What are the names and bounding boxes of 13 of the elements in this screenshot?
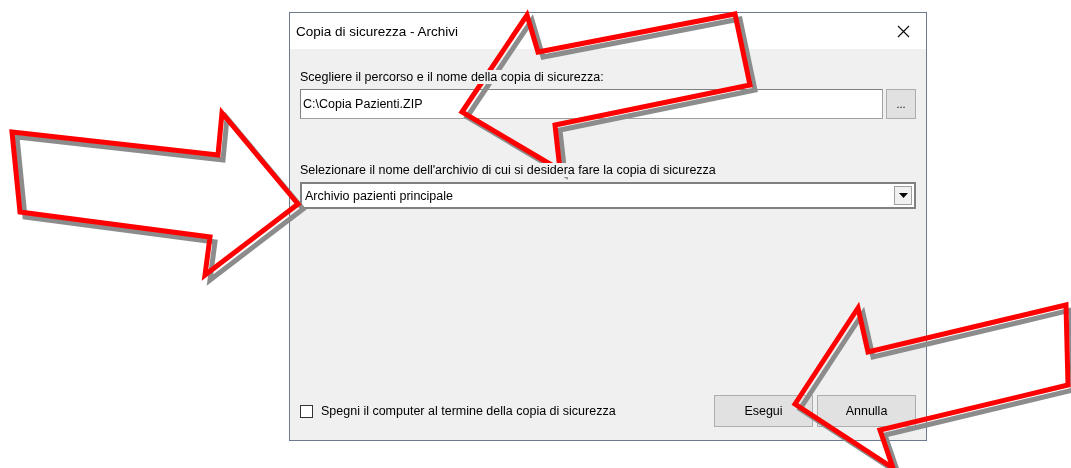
archive-dropdown[interactable]: Archivio pazienti principale [300, 182, 916, 209]
close-icon [896, 24, 910, 38]
action-button[interactable]: Esegui [714, 395, 813, 427]
caret-icon [898, 193, 908, 198]
archive-label: Selezionare il nome dell'archivio di cui si desidera fare la copia di sicurezza [300, 163, 716, 177]
path-input-field[interactable]: C:\Copia Pazienti.ZIP [300, 89, 883, 119]
browse-button[interactable]: ... [886, 89, 916, 119]
shutdown-label: Spegni il computer al termine della copia di sicurezza [321, 404, 616, 418]
checkbox[interactable] [300, 404, 313, 418]
action-button[interactable]: Annulla [817, 395, 916, 427]
path-label: Scegliere il percorso e il nome della copia di sicurezza: [300, 70, 604, 84]
dropdown-button[interactable] [894, 186, 912, 205]
window-title: Copia di sicurezza - Archivi [296, 23, 459, 39]
